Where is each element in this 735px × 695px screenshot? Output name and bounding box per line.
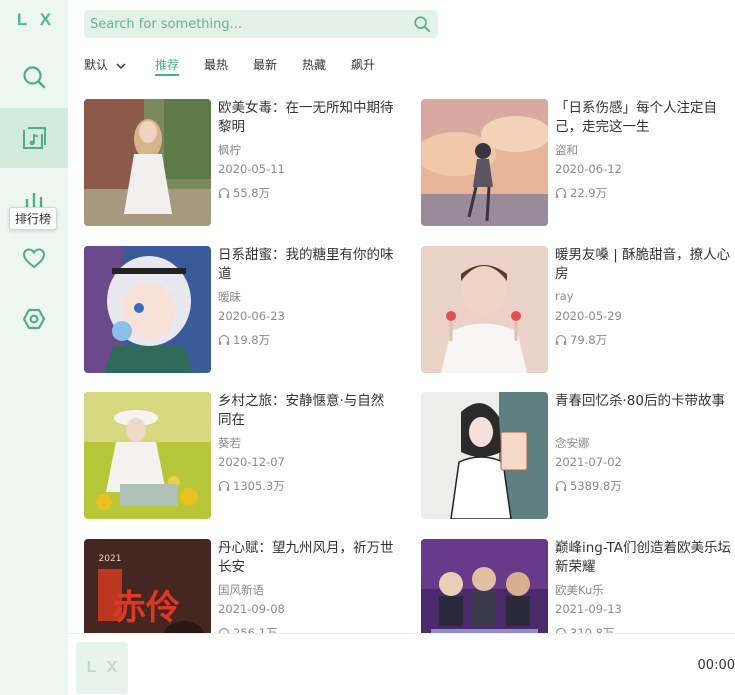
sidebar: L X 排行榜: [0, 0, 68, 695]
playlist-cover: [421, 99, 548, 226]
playlist-card[interactable]: 欧美女毒：在一无所知中期待黎明 枫柠 2020-05-11 55.8万: [84, 99, 404, 227]
playlist-author[interactable]: 葵若: [218, 435, 241, 451]
search-bar: [84, 10, 438, 38]
playlist-plays: 256.1万: [218, 625, 277, 633]
playlist-card[interactable]: 暖男友嗓 | 酥脆甜音，撩人心房 ray 2020-05-29 79.8万: [421, 246, 735, 374]
playlist-cover: [84, 99, 211, 226]
headphones-icon: [218, 480, 230, 491]
app-logo: L X: [16, 10, 56, 29]
tab-hottest[interactable]: 最热: [204, 56, 228, 76]
playlist-cover: [84, 246, 211, 373]
playlist-card[interactable]: 「日系伤感」每个人注定自己，走完这一生 盗和 2020-06-12 22.9万: [421, 99, 735, 227]
headphones-icon: [218, 187, 230, 198]
playlist-title[interactable]: 暖男友嗓 | 酥脆甜音，撩人心房: [555, 246, 733, 284]
playlist-date: 2020-05-29: [555, 309, 622, 323]
settings-icon: [22, 308, 46, 330]
playlist-plays: 310.8万: [555, 625, 614, 633]
playlist-title[interactable]: 巅峰ing-TA们创造着欧美乐坛新荣耀: [555, 539, 733, 577]
search-icon: [23, 66, 46, 89]
playlist-date: 2020-12-07: [218, 455, 285, 469]
headphones-icon: [555, 187, 567, 198]
search-icon: [414, 16, 431, 33]
playlist-date: 2020-06-23: [218, 309, 285, 323]
play-count: 310.8万: [570, 626, 615, 633]
play-count: 79.8万: [570, 333, 608, 347]
playlist-cover: [421, 246, 548, 373]
tab-newest[interactable]: 最新: [253, 56, 277, 76]
nav-favorites[interactable]: [0, 228, 68, 288]
sort-dropdown-label: 默认: [84, 58, 109, 72]
playlist-author[interactable]: 念安娜: [555, 435, 590, 451]
search-input[interactable]: [84, 10, 404, 38]
songlist-icon: [23, 127, 46, 149]
playlist-plays: 1305.3万: [218, 478, 285, 494]
playlist-title[interactable]: 欧美女毒：在一无所知中期待黎明: [218, 99, 396, 137]
nav-search[interactable]: [0, 47, 68, 107]
nav-settings[interactable]: [0, 289, 68, 349]
playlist-title[interactable]: 日系甜蜜：我的糖里有你的味道: [218, 246, 396, 284]
cover-year: 2021: [99, 554, 122, 564]
playlist-author[interactable]: 国风新语: [218, 582, 264, 598]
tab-rising[interactable]: 飙升: [351, 56, 375, 76]
headphones-icon: [555, 334, 567, 345]
playlist-plays: 19.8万: [218, 332, 270, 348]
now-playing-cover[interactable]: L X: [76, 642, 128, 694]
playlist-card[interactable]: 日系甜蜜：我的糖里有你的味道 暧昧 2020-06-23 19.8万: [84, 246, 404, 374]
play-count: 5389.8万: [570, 479, 622, 493]
playlist-date: 2020-05-11: [218, 162, 285, 176]
cover-calligraphy: 赤伶: [112, 588, 180, 628]
playlist-card[interactable]: 巅峰ing-TA们创造着欧美乐坛新荣耀 欧美Ku乐 2021-09-13 310…: [421, 539, 735, 633]
search-button[interactable]: [412, 14, 432, 34]
playlist-author[interactable]: 盗和: [555, 142, 578, 158]
playlist-author[interactable]: 枫柠: [218, 142, 241, 158]
playback-time: 00:00: [697, 658, 735, 673]
headphones-icon: [218, 334, 230, 345]
playlist-cover: [421, 539, 548, 633]
play-count: 19.8万: [233, 333, 271, 347]
playlist-date: 2021-07-02: [555, 455, 622, 469]
playlist-plays: 22.9万: [555, 185, 607, 201]
nav-songlist[interactable]: [0, 108, 68, 168]
play-count: 1305.3万: [233, 479, 285, 493]
tab-most-collected[interactable]: 热藏: [302, 56, 326, 76]
chevron-down-icon: [116, 63, 126, 69]
playlist-plays: 79.8万: [555, 332, 607, 348]
leaderboard-tooltip: 排行榜: [9, 207, 58, 230]
playlist-plays: 5389.8万: [555, 478, 622, 494]
playlist-plays: 55.8万: [218, 185, 270, 201]
playlist-title[interactable]: 丹心赋：望九州风月，祈万世长安: [218, 539, 396, 577]
playlist-cover: [84, 392, 211, 519]
playlist-author[interactable]: 欧美Ku乐: [555, 582, 604, 598]
playlist-grid: 欧美女毒：在一无所知中期待黎明 枫柠 2020-05-11 55.8万 「日系伤…: [84, 99, 735, 633]
app-window: L X 排行榜 Search for something... 默认 推荐 最热…: [0, 0, 735, 695]
playlist-date: 2020-06-12: [555, 162, 622, 176]
heart-icon: [22, 248, 46, 269]
playlist-title[interactable]: 青春回忆杀·80后的卡带故事: [555, 392, 733, 411]
player-bar: L X 00:00: [68, 633, 735, 695]
playlist-date: 2021-09-13: [555, 602, 622, 616]
tab-recommend[interactable]: 推荐: [155, 56, 180, 76]
playlist-card[interactable]: 青春回忆杀·80后的卡带故事 念安娜 2021-07-02 5389.8万: [421, 392, 735, 520]
play-count: 55.8万: [233, 186, 271, 200]
playlist-date: 2021-09-08: [218, 602, 285, 616]
headphones-icon: [555, 480, 567, 491]
playlist-cover: 2021 赤伶: [84, 539, 211, 633]
playlist-author[interactable]: ray: [555, 289, 574, 303]
playlist-title[interactable]: 「日系伤感」每个人注定自己，走完这一生: [555, 99, 733, 137]
play-count: 22.9万: [570, 186, 608, 200]
sort-dropdown[interactable]: 默认: [84, 56, 126, 76]
playlist-title[interactable]: 乡村之旅：安静惬意·与自然同在: [218, 392, 396, 430]
play-count: 256.1万: [233, 626, 278, 633]
playlist-author[interactable]: 暧昧: [218, 289, 241, 305]
playlist-cover: [421, 392, 548, 519]
playlist-card[interactable]: 乡村之旅：安静惬意·与自然同在 葵若 2020-12-07 1305.3万: [84, 392, 404, 520]
playlist-card[interactable]: 2021 赤伶 丹心赋：望九州风月，祈万世长安 国风新语 2021-09-08 …: [84, 539, 404, 633]
